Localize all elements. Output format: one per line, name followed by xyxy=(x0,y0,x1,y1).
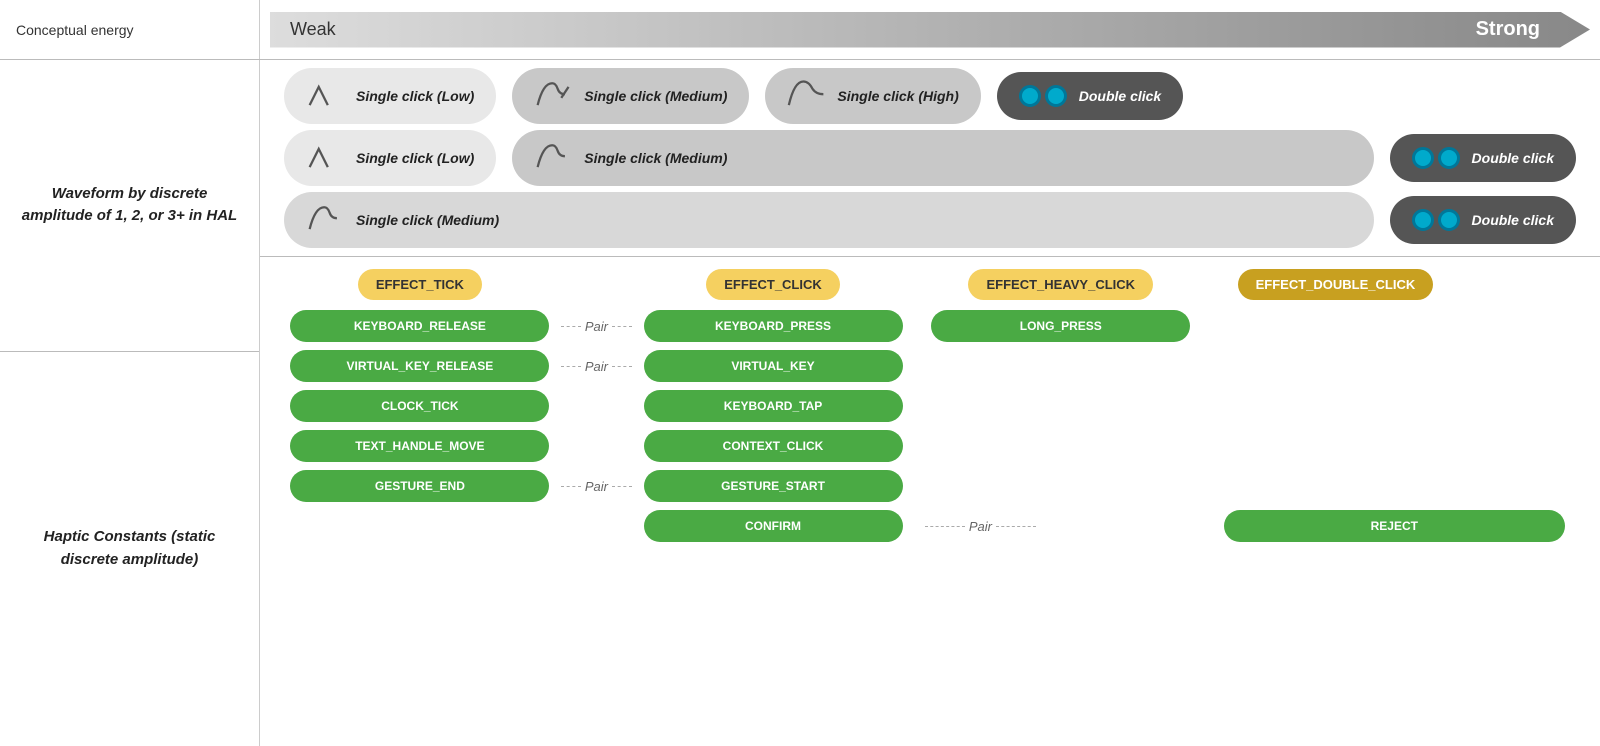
main-body: Waveform by discrete amplitude of 1, 2, … xyxy=(0,60,1600,746)
virtual-key-badge: VIRTUAL_KEY xyxy=(644,350,903,382)
dot-right-1 xyxy=(1045,85,1067,107)
reject-badge: REJECT xyxy=(1224,510,1565,542)
clock-tick-badge: CLOCK_TICK xyxy=(290,390,549,422)
context-click-badge: CONTEXT_CLICK xyxy=(644,430,903,462)
virtual-key-row: VIRTUAL_KEY_RELEASE Pair VIRTUAL_KEY xyxy=(276,350,1584,382)
dot-left-3 xyxy=(1412,209,1434,231)
effect-heavy-cell: EFFECT_HEAVY_CLICK xyxy=(917,269,1205,300)
pair-label-keyboard: Pair xyxy=(585,319,608,334)
effect-click-badge: EFFECT_CLICK xyxy=(706,269,840,300)
confirm-row: CONFIRM Pair REJECT xyxy=(276,510,1584,542)
wave-high-icon-1 xyxy=(787,78,827,114)
waveform-pill-double-3: Double click xyxy=(1390,196,1576,244)
waveform-pill-double-1: Double click xyxy=(997,72,1183,120)
keyboard-row: KEYBOARD_RELEASE Pair KEYBOARD_PRESS xyxy=(276,310,1584,342)
wave-low-icon-2 xyxy=(306,140,346,176)
effects-header-row: EFFECT_TICK EFFECT_CLICK EFFECT_HEAVY_CL… xyxy=(276,269,1584,300)
clock-tick-row: CLOCK_TICK KEYBOARD_TAP xyxy=(276,390,1584,422)
pair-label-gesture: Pair xyxy=(585,479,608,494)
conceptual-energy-text: Conceptual energy xyxy=(16,22,134,38)
long-press-badge: LONG_PRESS xyxy=(931,310,1190,342)
wave-medium-icon-3 xyxy=(306,202,346,238)
energy-bar-container: Weak Strong xyxy=(260,2,1600,58)
dot-right-2 xyxy=(1438,147,1460,169)
energy-strong-label: Strong xyxy=(1476,18,1540,41)
wave-medium-icon-2 xyxy=(534,140,574,176)
effect-heavy-badge: EFFECT_HEAVY_CLICK xyxy=(968,269,1153,300)
energy-arrow: Weak Strong xyxy=(270,12,1590,48)
haptic-label: Haptic Constants (static discrete amplit… xyxy=(0,352,259,746)
waveform-label: Waveform by discrete amplitude of 1, 2, … xyxy=(0,60,259,352)
waveform-pill-high-1: Single click (High) xyxy=(765,68,980,124)
gesture-start-badge: GESTURE_START xyxy=(644,470,903,502)
pair-label-virtual: Pair xyxy=(585,359,608,374)
waveform-section: Single click (Low) Single click (Medium)… xyxy=(260,60,1600,257)
effect-click-cell: EFFECT_CLICK xyxy=(629,269,917,300)
wave-low-icon-1 xyxy=(306,78,346,114)
dot-right-3 xyxy=(1438,209,1460,231)
energy-row: Conceptual energy Weak Strong xyxy=(0,0,1600,60)
confirm-badge: CONFIRM xyxy=(644,510,903,542)
virtual-key-release-badge: VIRTUAL_KEY_RELEASE xyxy=(290,350,549,382)
effect-tick-cell: EFFECT_TICK xyxy=(276,269,564,300)
keyboard-tap-badge: KEYBOARD_TAP xyxy=(644,390,903,422)
effect-tick-badge: EFFECT_TICK xyxy=(358,269,482,300)
left-labels: Waveform by discrete amplitude of 1, 2, … xyxy=(0,60,260,746)
waveform-row-1: Single click (Low) Single click (Medium)… xyxy=(276,68,1584,124)
waveform-pill-low-1: Single click (Low) xyxy=(284,68,496,124)
text-handle-move-badge: TEXT_HANDLE_MOVE xyxy=(290,430,549,462)
pair-label-confirm: Pair xyxy=(969,519,992,534)
text-handle-row: TEXT_HANDLE_MOVE CONTEXT_CLICK xyxy=(276,430,1584,462)
dot-left-1 xyxy=(1019,85,1041,107)
waveform-pill-medium-1: Single click (Medium) xyxy=(512,68,749,124)
double-dot-icon-1 xyxy=(1019,82,1069,110)
right-content: Single click (Low) Single click (Medium)… xyxy=(260,60,1600,746)
keyboard-press-badge: KEYBOARD_PRESS xyxy=(644,310,903,342)
gesture-end-badge: GESTURE_END xyxy=(290,470,549,502)
waveform-pill-low-2: Single click (Low) xyxy=(284,130,496,186)
waveform-pill-medium-2: Single click (Medium) xyxy=(512,130,1373,186)
waveform-row-3: Single click (Medium) Double click xyxy=(276,192,1584,248)
waveform-row-2: Single click (Low) Single click (Medium)… xyxy=(276,130,1584,186)
haptic-section: EFFECT_TICK EFFECT_CLICK EFFECT_HEAVY_CL… xyxy=(260,257,1600,746)
double-dot-icon-3 xyxy=(1412,206,1462,234)
energy-label: Conceptual energy xyxy=(0,0,260,59)
double-dot-icon-2 xyxy=(1412,144,1462,172)
waveform-pill-medium-3: Single click (Medium) xyxy=(284,192,1374,248)
energy-weak-label: Weak xyxy=(290,19,336,40)
wave-medium-icon-1 xyxy=(534,78,574,114)
gesture-row: GESTURE_END Pair GESTURE_START xyxy=(276,470,1584,502)
effect-double-badge: EFFECT_DOUBLE_CLICK xyxy=(1238,269,1434,300)
keyboard-release-badge: KEYBOARD_RELEASE xyxy=(290,310,549,342)
effect-double-cell: EFFECT_DOUBLE_CLICK xyxy=(1205,269,1467,300)
waveform-pill-double-2: Double click xyxy=(1390,134,1576,182)
dot-left-2 xyxy=(1412,147,1434,169)
